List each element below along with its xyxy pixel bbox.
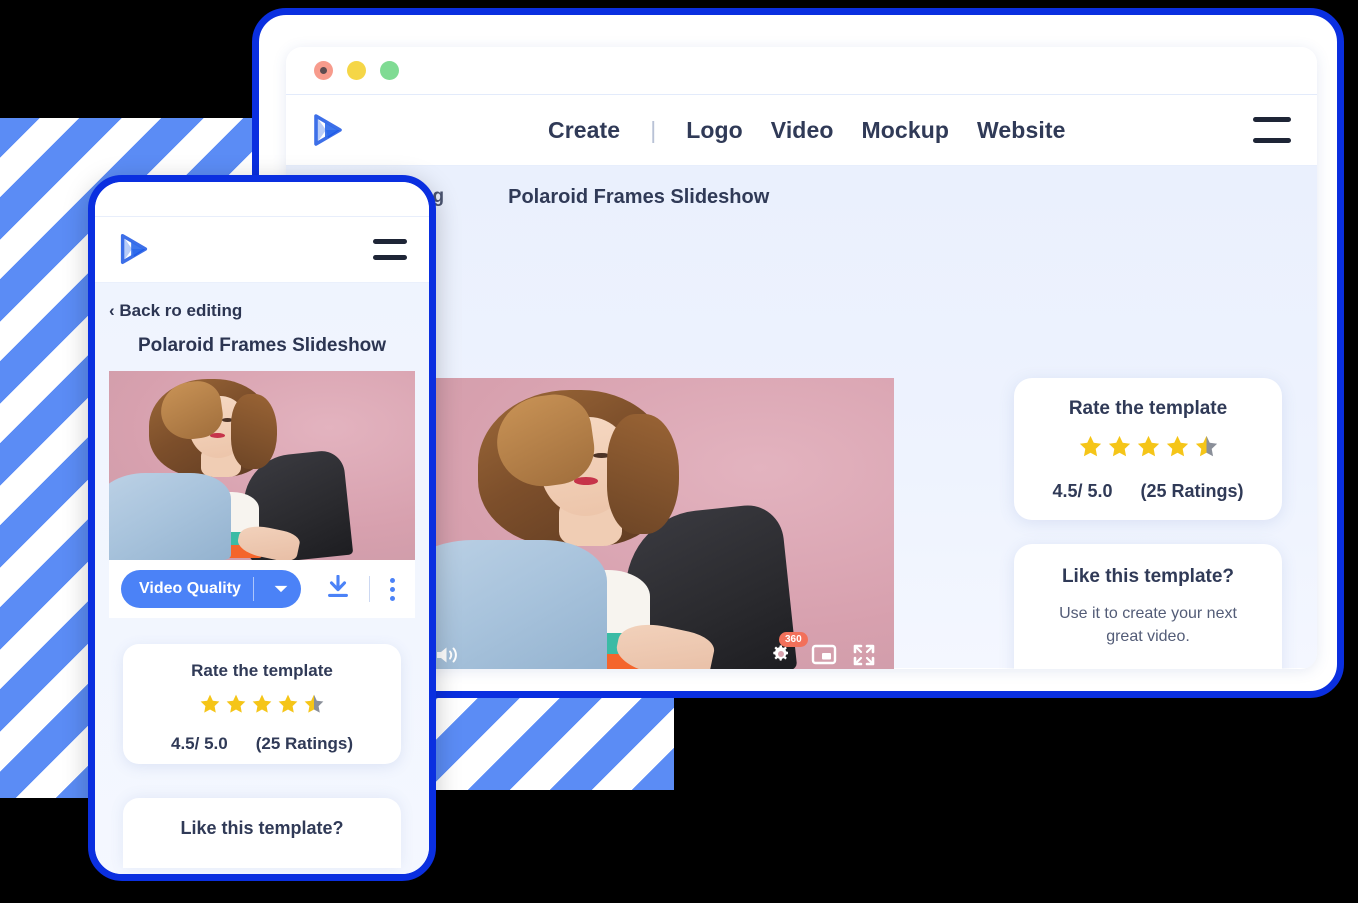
download-icon[interactable] — [327, 574, 349, 604]
hamburger-menu-icon[interactable] — [373, 239, 407, 260]
gear-icon[interactable]: 360 — [770, 632, 808, 667]
nav-link-create[interactable]: Create — [548, 117, 620, 144]
video-preview-image: 360 — [416, 378, 894, 669]
picture-in-picture-icon[interactable] — [811, 643, 837, 667]
toolbar-divider — [369, 576, 370, 602]
mobile-status-strip — [95, 182, 429, 217]
button-divider — [252, 577, 254, 601]
rate-card-title: Rate the template — [1068, 398, 1228, 419]
back-label: Back ro editing — [119, 301, 243, 320]
volume-icon[interactable] — [434, 643, 458, 667]
video-controls: 360 — [416, 632, 894, 669]
rating-score: 4.5/ 5.0 — [170, 734, 228, 753]
video-preview-image — [109, 371, 415, 560]
mobile-navigation-bar — [95, 217, 429, 283]
mobile-video-thumbnail[interactable] — [109, 371, 415, 560]
desktop-content-area: iting Polaroid Frames Slideshow — [286, 166, 1317, 669]
hamburger-bar — [1253, 117, 1291, 122]
rate-template-card: Rate the template 4.5/ 5.0 (25 Ratings) — [1014, 378, 1282, 520]
dot — [390, 577, 395, 583]
mobile-page-title: Polaroid Frames Slideshow — [137, 335, 387, 356]
nav-link-mockup[interactable]: Mockup — [862, 117, 950, 144]
maximize-window-button[interactable] — [380, 61, 399, 80]
page-title: Polaroid Frames Slideshow — [508, 185, 770, 208]
photo-hair-side — [607, 414, 679, 534]
rating-count: (25 Ratings) — [1140, 481, 1244, 501]
hamburger-bar — [373, 239, 407, 244]
nav-separator: | — [650, 116, 657, 143]
star-rating[interactable] — [1014, 420, 1282, 464]
play-logo-icon[interactable] — [308, 110, 348, 150]
mobile-toolbar-actions — [327, 574, 403, 604]
chevron-down-icon[interactable] — [266, 574, 296, 604]
back-to-editing-link[interactable]: ‹ Back ro editing — [95, 283, 429, 321]
dot — [390, 586, 395, 592]
like-card-title: Like this template? — [1061, 566, 1235, 587]
fullscreen-icon[interactable] — [852, 643, 876, 667]
star-half-icon[interactable] — [303, 693, 325, 720]
close-window-button[interactable] — [314, 61, 333, 80]
star-icon[interactable] — [251, 693, 273, 720]
like-card-title: Like this template? — [180, 818, 344, 838]
like-card-subtitle: Use it to create your next great video. — [1059, 605, 1237, 646]
hamburger-bar — [1253, 138, 1291, 143]
photo-denim-jacket — [109, 473, 232, 560]
nav-link-video[interactable]: Video — [771, 117, 834, 144]
screenshot-stage: Create | Logo Video Mockup Website iting… — [0, 0, 1358, 903]
more-vertical-icon[interactable] — [390, 577, 395, 601]
hamburger-menu-icon[interactable] — [1253, 117, 1291, 143]
video-controls-right: 360 — [770, 632, 876, 667]
nav-link-website[interactable]: Website — [977, 117, 1065, 144]
video-quality-button[interactable]: Video Quality — [121, 570, 301, 608]
chevron-left-icon: ‹ — [109, 301, 115, 320]
star-icon[interactable] — [225, 693, 247, 720]
star-half-icon[interactable] — [1194, 434, 1219, 464]
star-icon[interactable] — [277, 693, 299, 720]
top-navigation-bar: Create | Logo Video Mockup Website — [286, 95, 1317, 166]
photo-hair-side — [231, 393, 278, 470]
like-template-card: Like this template? Use it to create you… — [1014, 544, 1282, 669]
settings-360-badge: 360 — [779, 632, 808, 647]
dot — [390, 595, 395, 601]
desktop-window-inner: Create | Logo Video Mockup Website iting… — [286, 47, 1317, 669]
mobile-preview-window: ‹ Back ro editing Polaroid Frames Slides… — [88, 175, 436, 881]
nav-link-logo[interactable]: Logo — [686, 117, 743, 144]
like-template-card: Like this template? — [123, 798, 401, 868]
play-logo-icon[interactable] — [115, 230, 155, 270]
rating-score: 4.5/ 5.0 — [1052, 481, 1113, 501]
video-quality-label: Video Quality — [139, 580, 241, 597]
video-player[interactable]: 360 — [416, 378, 894, 669]
hamburger-bar — [373, 255, 407, 260]
star-icon[interactable] — [1165, 434, 1190, 464]
star-icon[interactable] — [1136, 434, 1161, 464]
window-titlebar — [286, 47, 1317, 95]
rating-count: (25 Ratings) — [255, 734, 353, 753]
mobile-player-toolbar: Video Quality — [109, 560, 415, 618]
star-icon[interactable] — [1078, 434, 1103, 464]
nav-links: Create | Logo Video Mockup Website — [548, 117, 1065, 144]
minimize-window-button[interactable] — [347, 61, 366, 80]
breadcrumb: iting Polaroid Frames Slideshow — [286, 166, 1317, 228]
star-icon[interactable] — [1107, 434, 1132, 464]
rate-card-title: Rate the template — [191, 661, 333, 680]
star-rating[interactable] — [123, 681, 401, 720]
star-icon[interactable] — [199, 693, 221, 720]
rate-template-card: Rate the template 4.5/ 5.0 (25 Ratings) — [123, 644, 401, 764]
mobile-content-area: ‹ Back ro editing Polaroid Frames Slides… — [95, 283, 429, 874]
